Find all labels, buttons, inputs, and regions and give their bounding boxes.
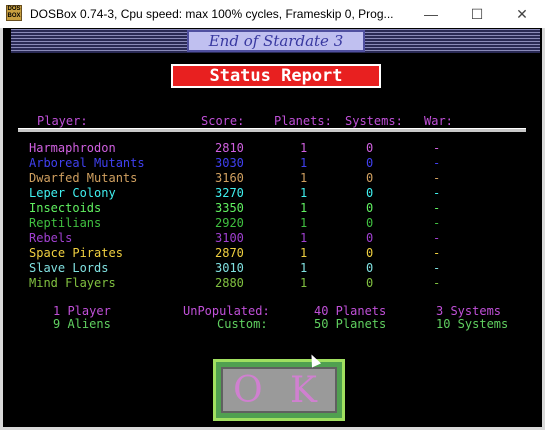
title-bar[interactable]: DOS BOX DOSBox 0.74-3, Cpu speed: max 10… [0, 0, 545, 29]
cell-systems: 0 [366, 261, 374, 275]
window-title: DOSBox 0.74-3, Cpu speed: max 100% cycle… [30, 7, 394, 21]
cell-name: Mind Flayers [29, 276, 116, 290]
cell-planets: 1 [300, 261, 308, 275]
cell-war: - [433, 276, 441, 290]
cell-systems: 0 [366, 246, 374, 260]
footer-custom-planets: 50 Planets [314, 317, 387, 331]
table-row: Mind Flayers 2880 1 0 - [3, 276, 545, 291]
dosbox-app-icon[interactable]: DOS BOX [6, 5, 22, 21]
cell-war: - [433, 216, 441, 230]
cell-name: Dwarfed Mutants [29, 171, 138, 185]
table-row: Harmaphrodon 2810 1 0 - [3, 141, 545, 156]
table-row: Space Pirates 2870 1 0 - [3, 246, 545, 261]
cell-systems: 0 [366, 171, 374, 185]
cell-name: Slave Lords [29, 261, 109, 275]
cell-war: - [433, 231, 441, 245]
header-systems: Systems: [345, 114, 403, 128]
cell-systems: 0 [366, 141, 374, 155]
cell-score: 2810 [215, 141, 244, 155]
cell-war: - [433, 261, 441, 275]
header-score: Score: [201, 114, 245, 128]
game-title: End of Stardate 3 [187, 30, 365, 52]
cell-systems: 0 [366, 276, 374, 290]
cell-planets: 1 [300, 216, 308, 230]
cell-systems: 0 [366, 186, 374, 200]
maximize-button[interactable]: ☐ [454, 0, 500, 28]
cell-planets: 1 [300, 231, 308, 245]
cell-war: - [433, 186, 441, 200]
cell-planets: 1 [300, 246, 308, 260]
cell-score: 3010 [215, 261, 244, 275]
cell-systems: 0 [366, 216, 374, 230]
cell-planets: 1 [300, 276, 308, 290]
table-row: Insectoids 3350 1 0 - [3, 201, 545, 216]
cell-name: Insectoids [29, 201, 102, 215]
cell-score: 2920 [215, 216, 244, 230]
ok-button-label: O K [221, 367, 337, 413]
cell-planets: 1 [300, 186, 308, 200]
cell-score: 3100 [215, 231, 244, 245]
header-player: Player: [37, 114, 88, 128]
cell-name: Leper Colony [29, 186, 116, 200]
cell-planets: 1 [300, 141, 308, 155]
cell-name: Rebels [29, 231, 73, 245]
cell-name: Reptilians [29, 216, 102, 230]
footer-unpopulated-label: UnPopulated: [183, 304, 270, 318]
cell-score: 3030 [215, 156, 244, 170]
cell-planets: 1 [300, 201, 308, 215]
cell-systems: 0 [366, 156, 374, 170]
cell-war: - [433, 246, 441, 260]
cell-war: - [433, 156, 441, 170]
cell-score: 3350 [215, 201, 244, 215]
cell-war: - [433, 201, 441, 215]
table-row: Arboreal Mutants 3030 1 0 - [3, 156, 545, 171]
footer-aliens: 9 Aliens [53, 317, 111, 331]
ok-button[interactable]: O K [213, 359, 345, 421]
table-row: Reptilians 2920 1 0 - [3, 216, 545, 231]
cell-planets: 1 [300, 171, 308, 185]
table-row: Slave Lords 3010 1 0 - [3, 261, 545, 276]
table-row: Leper Colony 3270 1 0 - [3, 186, 545, 201]
cell-systems: 0 [366, 201, 374, 215]
close-button[interactable]: ✕ [499, 0, 545, 28]
cell-score: 3270 [215, 186, 244, 200]
cell-planets: 1 [300, 156, 308, 170]
cell-war: - [433, 171, 441, 185]
cell-name: Space Pirates [29, 246, 123, 260]
cell-war: - [433, 141, 441, 155]
cell-score: 2880 [215, 276, 244, 290]
footer-custom-label: Custom: [217, 317, 268, 331]
cell-name: Harmaphrodon [29, 141, 116, 155]
footer-unpop-systems: 3 Systems [436, 304, 502, 318]
header-war: War: [424, 114, 453, 128]
cell-name: Arboreal Mutants [29, 156, 145, 170]
table-row: Rebels 3100 1 0 - [3, 231, 545, 246]
header-planets: Planets: [274, 114, 332, 128]
footer-unpop-planets: 40 Planets [314, 304, 387, 318]
footer-players: 1 Player [53, 304, 111, 318]
minimize-button[interactable]: — [408, 0, 454, 28]
status-report-title: Status Report [171, 64, 381, 88]
table-row: Dwarfed Mutants 3160 1 0 - [3, 171, 545, 186]
header-divider [18, 128, 526, 132]
cell-score: 2870 [215, 246, 244, 260]
game-screen: End of Stardate 3 Status Report Player: … [0, 28, 545, 430]
cell-systems: 0 [366, 231, 374, 245]
footer-custom-systems: 10 Systems [436, 317, 509, 331]
cell-score: 3160 [215, 171, 244, 185]
